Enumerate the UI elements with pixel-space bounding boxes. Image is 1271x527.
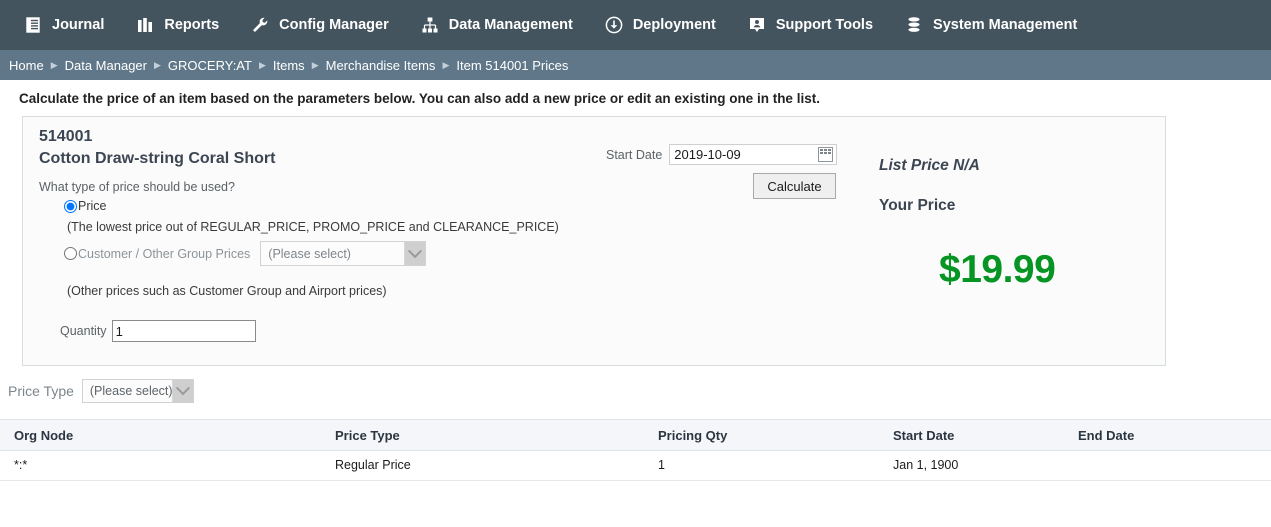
nav-item-deployment[interactable]: Deployment [603,14,716,36]
customer-group-select-value: (Please select) [268,246,351,261]
chevron-down-icon[interactable] [171,379,193,403]
item-number: 514001 [39,128,93,145]
column-header-org-node[interactable]: Org Node [0,419,335,451]
breadcrumb-item-current: Item 514001 Prices [456,57,569,73]
price-calculator-panel: 514001 Cotton Draw-string Coral Short Wh… [22,116,1166,366]
breadcrumb-item-items[interactable]: Items [273,58,305,73]
table-row[interactable]: *:* Regular Price 1 Jan 1, 1900 [0,450,1271,481]
nav-item-label: Deployment [632,17,716,33]
nav-item-config-manager[interactable]: Config Manager [249,14,389,36]
customer-group-radio-label: Customer / Other Group Prices [78,246,251,261]
nav-item-data-management[interactable]: Data Management [419,14,573,36]
price-type-filter-label: Price Type [8,383,74,399]
hierarchy-icon [419,14,441,36]
nav-item-system-management[interactable]: System Management [903,14,1077,36]
breadcrumb-item-merchandise-items[interactable]: Merchandise Items [326,58,436,73]
price-type-filter-select[interactable]: (Please select) [81,379,194,403]
price-type-filter-group: Price Type (Please select) [0,366,1271,403]
nav-item-support-tools[interactable]: Support Tools [746,14,873,36]
price-type-filter-value: (Please select) [89,384,172,398]
start-date-field-group: Start Date 2019-10-09 [606,144,838,165]
breadcrumb-separator-icon: ▶ [311,59,319,70]
list-price-label: List Price N/A [879,157,980,174]
nav-item-label: Data Management [448,17,573,33]
cell-end-date [1078,450,1271,481]
page-instruction: Calculate the price of an item based on … [0,80,1271,116]
bar-chart-icon [134,14,156,36]
chevron-down-icon[interactable] [404,242,426,265]
price-radio-label: Price [78,199,107,213]
wrench-icon [249,14,271,36]
column-header-end-date[interactable]: End Date [1078,419,1271,451]
quantity-field-group: Quantity [60,320,256,342]
price-radio[interactable] [64,199,77,213]
table-header-row: Org Node Price Type Pricing Qty Start Da… [0,419,1271,451]
nav-item-journal[interactable]: Journal [22,14,104,36]
customer-group-radio[interactable] [64,247,77,260]
calculate-button[interactable]: Calculate [753,173,836,199]
nav-item-label: System Management [933,17,1078,33]
cell-org-node: *:* [0,450,335,481]
prices-table: Org Node Price Type Pricing Qty Start Da… [0,419,1271,481]
breadcrumb-separator-icon: ▶ [50,59,58,70]
calendar-icon[interactable] [818,147,834,162]
top-navigation-bar: Journal Reports Config Manager Data Mana… [0,0,1271,50]
breadcrumb-separator-icon: ▶ [258,59,266,70]
journal-icon [22,14,44,36]
quantity-label: Quantity [60,324,107,338]
column-header-pricing-qty[interactable]: Pricing Qty [658,419,893,451]
cell-start-date: Jan 1, 1900 [893,450,1078,481]
start-date-input[interactable]: 2019-10-09 [669,144,838,165]
nav-item-label: Config Manager [279,17,389,33]
quantity-input[interactable] [111,320,256,342]
breadcrumb-item-grocery-at[interactable]: GROCERY:AT [168,58,252,73]
breadcrumb-separator-icon: ▶ [442,59,450,70]
cloud-download-icon [603,14,625,36]
breadcrumb-separator-icon: ▶ [154,59,161,70]
radio-option-customer-group[interactable]: Customer / Other Group Prices (Please se… [64,241,427,266]
breadcrumb-item-data-manager[interactable]: Data Manager [65,58,147,73]
nav-item-reports[interactable]: Reports [134,14,219,36]
cell-pricing-qty: 1 [658,450,893,481]
nav-item-label: Journal [52,17,105,33]
item-name: Cotton Draw-string Coral Short [39,150,276,167]
start-date-value: 2019-10-09 [674,147,741,162]
nav-item-label: Support Tools [775,17,874,33]
breadcrumb-item-home[interactable]: Home [9,58,44,73]
your-price-label: Your Price [879,197,956,214]
customer-group-radio-hint: (Other prices such as Customer Group and… [67,284,387,298]
price-radio-hint: (The lowest price out of REGULAR_PRICE, … [67,220,559,234]
column-header-price-type[interactable]: Price Type [335,419,658,451]
breadcrumb: Home ▶ Data Manager ▶ GROCERY:AT ▶ Items… [0,50,1271,80]
cell-price-type: Regular Price [335,450,658,481]
customer-group-select[interactable]: (Please select) [260,241,427,266]
database-icon [903,14,925,36]
start-date-label: Start Date [606,147,663,162]
radio-option-price[interactable]: Price [64,199,106,213]
nav-item-label: Reports [164,17,220,33]
price-type-question: What type of price should be used? [39,180,235,194]
column-header-start-date[interactable]: Start Date [893,419,1078,451]
person-card-icon [746,14,768,36]
calculated-price-value: $19.99 [939,248,1056,291]
